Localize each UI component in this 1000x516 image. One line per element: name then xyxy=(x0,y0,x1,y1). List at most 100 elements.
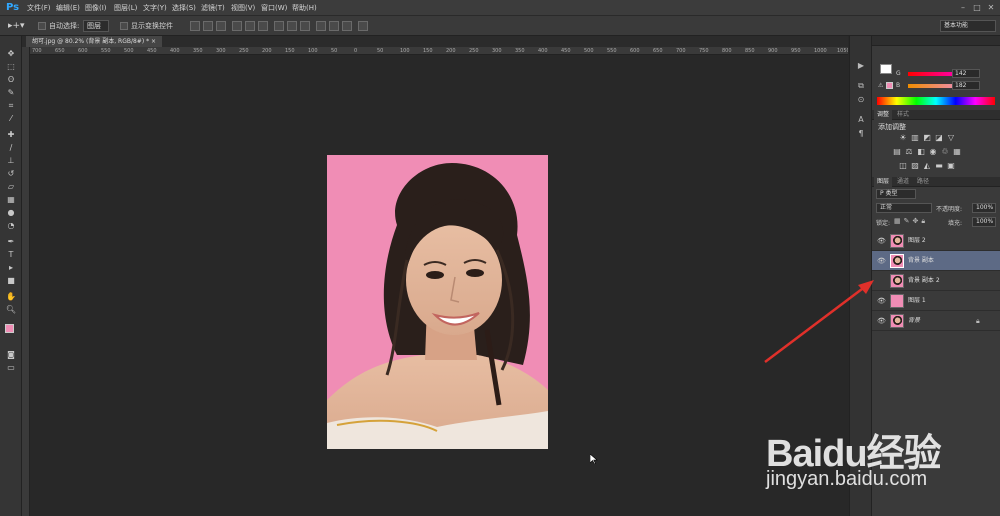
blue-slider-row[interactable]: ⚠ B 182 xyxy=(878,81,998,90)
channel-mixer-icon[interactable]: ♲ xyxy=(940,147,950,157)
panel-fg-swatch[interactable] xyxy=(886,82,893,89)
green-slider-row[interactable]: G 142 xyxy=(878,69,998,78)
lock-icons[interactable]: ▦✎✥🔒︎ xyxy=(894,217,928,226)
eyedropper-tool-icon[interactable]: ⁄ xyxy=(4,113,18,124)
green-value[interactable]: 142 xyxy=(952,69,980,78)
document-tab[interactable]: 胡可.jpg @ 80.2% (背景 副本, RGB/8#) * × xyxy=(26,36,163,47)
gradient-tool-icon[interactable]: ▦ xyxy=(4,194,18,205)
workspace-dropdown[interactable]: 基本功能 xyxy=(940,20,996,32)
history-icon[interactable]: ⧉ xyxy=(855,80,867,92)
layer-row[interactable]: 👁︎ 图层 2 xyxy=(872,231,1000,251)
opacity-input[interactable]: 100% xyxy=(972,203,996,213)
paragraph-icon[interactable]: ¶ xyxy=(855,128,867,140)
color-balance-icon[interactable]: ⚖ xyxy=(904,147,914,157)
menu-edit[interactable]: 编辑(E) xyxy=(56,2,80,14)
history-brush-tool-icon[interactable]: ↺ xyxy=(4,168,18,179)
color-spectrum[interactable] xyxy=(877,97,995,105)
menu-file[interactable]: 文件(F) xyxy=(27,2,51,14)
align-right-icon[interactable] xyxy=(258,21,268,31)
close-icon[interactable]: ✕ xyxy=(986,3,996,13)
marquee-tool-icon[interactable]: ⬚ xyxy=(4,61,18,72)
distribute-bottom-icon[interactable] xyxy=(300,21,310,31)
posterize-icon[interactable]: ▨ xyxy=(910,161,920,171)
vibrance-icon[interactable]: ▽ xyxy=(946,133,956,143)
character-icon[interactable]: A xyxy=(855,114,867,126)
menu-window[interactable]: 窗口(W) xyxy=(261,2,287,14)
show-transform-checkbox[interactable] xyxy=(120,22,128,30)
menu-view[interactable]: 视图(V) xyxy=(231,2,255,14)
screen-mode-icon[interactable]: ▭ xyxy=(4,362,18,373)
tab-adjustments[interactable]: 调整 xyxy=(874,110,893,120)
distribute-vcenter-icon[interactable] xyxy=(287,21,297,31)
brush-tool-icon[interactable]: ∕ xyxy=(4,142,18,153)
rectangle-tool-icon[interactable]: ■ xyxy=(4,275,18,286)
healing-brush-tool-icon[interactable]: ✚ xyxy=(4,129,18,140)
auto-select-checkbox[interactable] xyxy=(38,22,46,30)
eye-icon[interactable]: 👁︎ xyxy=(877,237,886,245)
exposure-icon[interactable]: ◪ xyxy=(934,133,944,143)
selective-color-icon[interactable]: ▣ xyxy=(946,161,956,171)
align-left-icon[interactable] xyxy=(232,21,242,31)
zoom-tool-icon[interactable]: 🔍︎ xyxy=(4,304,18,315)
distribute-right-icon[interactable] xyxy=(342,21,352,31)
menu-layer[interactable]: 图层(L) xyxy=(114,2,137,14)
crop-tool-icon[interactable]: ⌗ xyxy=(4,100,18,111)
auto-select-dropdown[interactable]: 图层 xyxy=(83,20,109,32)
layer-row-selected[interactable]: 👁︎ 背景 副本 xyxy=(872,251,1000,271)
blue-value[interactable]: 182 xyxy=(952,81,980,90)
menu-help[interactable]: 帮助(H) xyxy=(292,2,317,14)
type-tool-icon[interactable]: T xyxy=(4,249,18,260)
auto-align-icon[interactable] xyxy=(358,21,368,31)
path-select-tool-icon[interactable]: ▸ xyxy=(4,262,18,273)
menu-select[interactable]: 选择(S) xyxy=(172,2,196,14)
eye-icon[interactable]: 👁︎ xyxy=(877,257,886,265)
hue-saturation-icon[interactable]: ▤ xyxy=(892,147,902,157)
align-vcenter-icon[interactable] xyxy=(203,21,213,31)
eye-icon[interactable]: 👁︎ xyxy=(877,297,886,305)
minimize-icon[interactable]: – xyxy=(958,3,968,13)
actions-icon[interactable]: ⊙ xyxy=(855,94,867,106)
menu-type[interactable]: 文字(Y) xyxy=(143,2,167,14)
layer-row[interactable]: 👁︎ 图层 1 xyxy=(872,291,1000,311)
dodge-tool-icon[interactable]: ◔ xyxy=(4,220,18,231)
distribute-hcenter-icon[interactable] xyxy=(329,21,339,31)
color-lookup-icon[interactable]: ▦ xyxy=(952,147,962,157)
menu-filter[interactable]: 滤镜(T) xyxy=(201,2,225,14)
quick-mask-icon[interactable]: ◙ xyxy=(4,349,18,360)
eye-hidden-icon[interactable]: · xyxy=(877,277,885,285)
curves-icon[interactable]: ◩ xyxy=(922,133,932,143)
lasso-tool-icon[interactable]: ʘ xyxy=(4,74,18,85)
clone-stamp-tool-icon[interactable]: ⊥ xyxy=(4,155,18,166)
fill-input[interactable]: 100% xyxy=(972,217,996,227)
tab-paths[interactable]: 路径 xyxy=(914,177,932,187)
play-icon[interactable]: ▶ xyxy=(855,60,867,72)
quick-select-tool-icon[interactable]: ✎ xyxy=(4,87,18,98)
blur-tool-icon[interactable]: ● xyxy=(4,207,18,218)
distribute-left-icon[interactable] xyxy=(316,21,326,31)
hand-tool-icon[interactable]: ✋ xyxy=(4,291,18,302)
align-hcenter-icon[interactable] xyxy=(245,21,255,31)
levels-icon[interactable]: ▥ xyxy=(910,133,920,143)
blend-mode-dropdown[interactable]: 正常 xyxy=(876,203,932,213)
brightness-icon[interactable]: ☀ xyxy=(898,133,908,143)
layer-filter-dropdown[interactable]: P 类型 xyxy=(876,189,916,199)
threshold-icon[interactable]: ◭ xyxy=(922,161,932,171)
eye-icon[interactable]: 👁︎ xyxy=(877,317,886,325)
pen-tool-icon[interactable]: ✒ xyxy=(4,236,18,247)
foreground-color-swatch[interactable] xyxy=(5,324,14,333)
document-image[interactable] xyxy=(327,155,548,449)
tab-layers[interactable]: 图层 xyxy=(874,177,893,187)
canvas-area[interactable] xyxy=(30,56,848,516)
gradient-map-icon[interactable]: ▬ xyxy=(934,161,944,171)
tab-styles[interactable]: 样式 xyxy=(894,110,912,120)
layer-row[interactable]: 👁︎ 背景 🔒︎ xyxy=(872,311,1000,331)
restore-icon[interactable]: □ xyxy=(972,3,982,13)
move-tool-preset-icon[interactable]: ▸+▾ xyxy=(8,20,25,32)
align-bottom-icon[interactable] xyxy=(216,21,226,31)
invert-icon[interactable]: ◫ xyxy=(898,161,908,171)
black-white-icon[interactable]: ◧ xyxy=(916,147,926,157)
close-tab-icon[interactable]: × xyxy=(151,38,156,45)
tab-channels[interactable]: 通道 xyxy=(894,177,912,187)
align-top-icon[interactable] xyxy=(190,21,200,31)
distribute-top-icon[interactable] xyxy=(274,21,284,31)
